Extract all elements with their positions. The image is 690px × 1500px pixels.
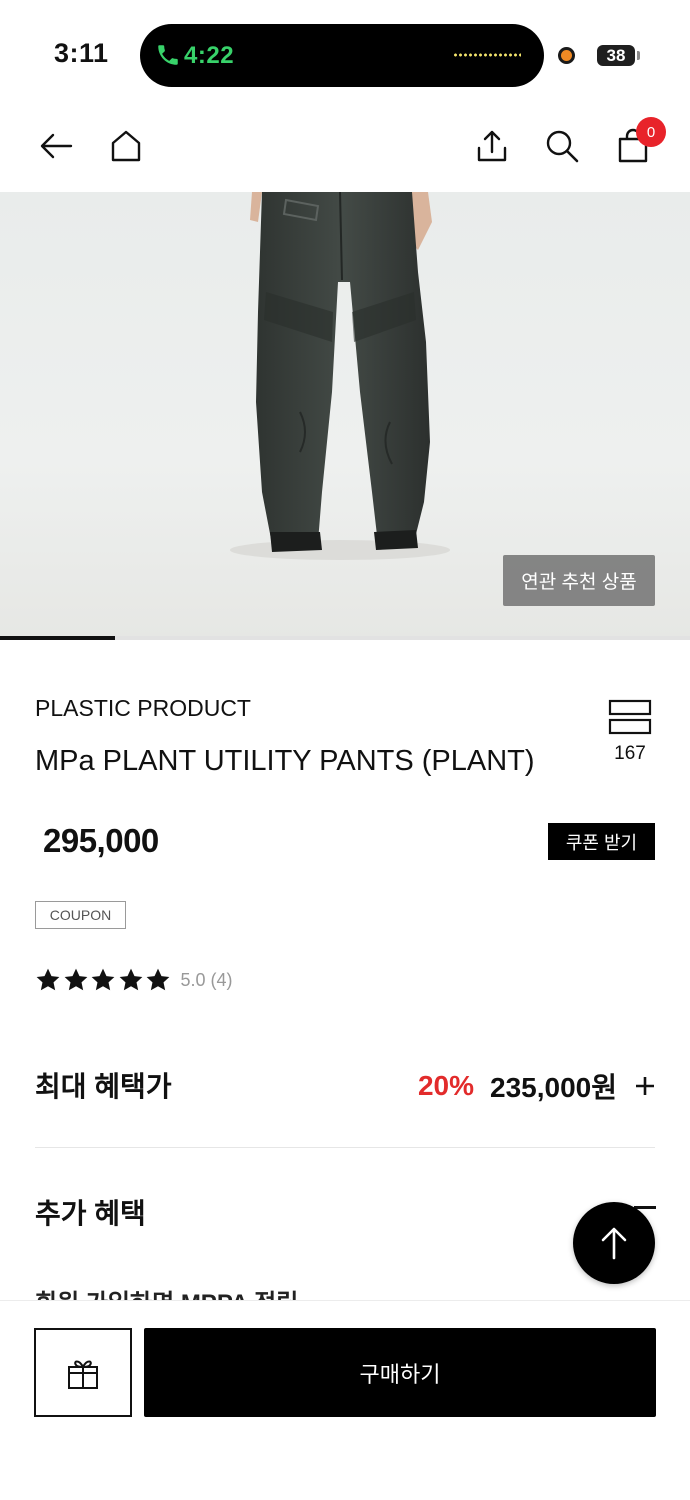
max-benefit-toggle[interactable]: 20% 235,000원: [418, 1066, 655, 1106]
carousel-progress: [0, 636, 690, 640]
status-time: 3:11: [54, 38, 109, 68]
arrow-left-icon: [40, 133, 73, 159]
home-icon: [111, 130, 141, 162]
product-title: MPa PLANT UTILITY PANTS (PLANT): [35, 745, 535, 777]
max-benefit-label: 최대 혜택가: [35, 1071, 172, 1102]
gift-button[interactable]: [34, 1328, 132, 1417]
top-navigation: [0, 100, 690, 192]
divider: [35, 1147, 655, 1148]
battery-cap: [637, 51, 640, 60]
battery-icon: 38: [597, 45, 635, 66]
product-price: 295,000: [43, 822, 159, 859]
status-bar: 3:11 4:22 38: [0, 0, 690, 100]
search-icon: [546, 130, 579, 163]
arrow-up-icon: [601, 1227, 627, 1260]
layers-icon: [608, 699, 652, 735]
product-image-carousel[interactable]: 연관 추천 상품: [0, 192, 690, 640]
get-coupon-button[interactable]: 쿠폰 받기: [548, 823, 655, 860]
home-button[interactable]: [106, 126, 146, 166]
coupon-tag: COUPON: [35, 901, 126, 929]
star-icon: [91, 968, 115, 991]
star-icon: [119, 968, 142, 991]
discount-rate: 20%: [417, 1070, 475, 1101]
like-button[interactable]: 167: [604, 699, 656, 765]
bottom-action-bar: 구매하기: [0, 1300, 690, 1500]
like-count: 167: [614, 743, 646, 764]
dynamic-island[interactable]: 4:22: [140, 24, 544, 87]
audio-waveform: [453, 53, 521, 57]
star-icon: [36, 968, 60, 991]
related-products-button[interactable]: 연관 추천 상품: [503, 555, 655, 606]
call-timer: 4:22: [184, 42, 235, 69]
cart-count-badge: 0: [636, 117, 666, 147]
back-button[interactable]: [36, 126, 76, 166]
rating-row[interactable]: 5.0 (4): [35, 965, 233, 995]
phone-icon: [158, 45, 178, 65]
brand-name[interactable]: PLASTIC PRODUCT: [35, 695, 251, 722]
carousel-progress-fill: [0, 636, 116, 640]
scroll-to-top-button[interactable]: [573, 1202, 655, 1284]
share-icon: [477, 130, 507, 162]
search-button[interactable]: [542, 126, 582, 166]
plus-icon: [636, 1077, 654, 1095]
share-button[interactable]: [472, 126, 512, 166]
extra-benefit-label[interactable]: 추가 혜택: [35, 1192, 146, 1232]
gift-icon: [68, 1360, 98, 1389]
star-icon: [146, 968, 170, 991]
star-icon: [64, 968, 87, 991]
buy-now-button[interactable]: 구매하기: [144, 1328, 656, 1417]
recording-indicator: [558, 47, 575, 64]
rating-score: 5.0 (4): [180, 969, 233, 990]
benefit-price: 235,000원: [490, 1072, 617, 1103]
battery-level: 38: [606, 46, 626, 65]
